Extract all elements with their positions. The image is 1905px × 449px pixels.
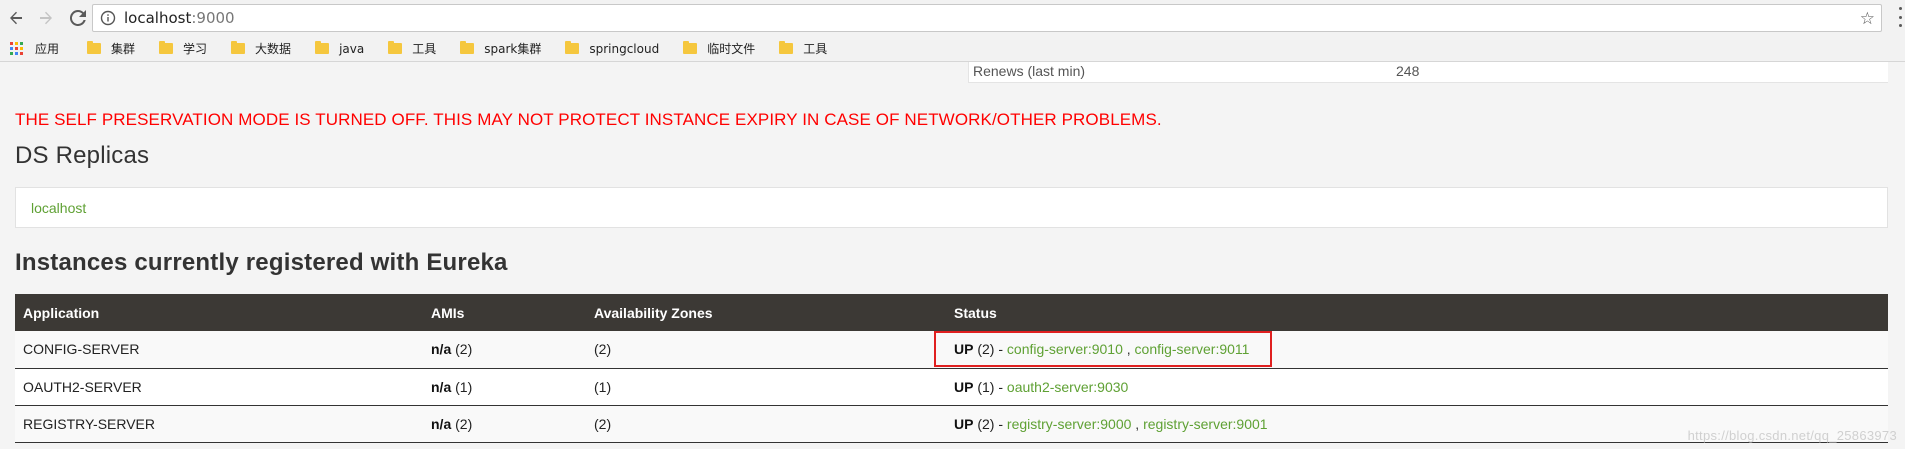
instances-title: Instances currently registered with Eure…: [15, 249, 508, 276]
bookmark-folder[interactable]: 大数据: [231, 40, 291, 57]
renews-row: Renews (last min) 248: [968, 62, 1888, 83]
page-content: Renews (last min) 248 THE SELF PRESERVAT…: [0, 62, 1905, 449]
folder-icon: [231, 41, 246, 54]
bookmark-folder[interactable]: springcloud: [565, 41, 660, 56]
zones-cell: (1): [594, 378, 612, 395]
table-row: OAUTH2-SERVER n/a (1) (1) UP (1) - oauth…: [15, 368, 1888, 405]
header-amis: AMIs: [431, 304, 465, 321]
folder-icon: [159, 41, 174, 54]
folder-icon: [315, 41, 330, 54]
info-icon[interactable]: [100, 10, 116, 26]
folder-icon: [565, 41, 580, 54]
header-status: Status: [954, 304, 997, 321]
ds-replicas-panel: localhost: [15, 187, 1888, 228]
address-bar[interactable]: localhost:9000 ☆: [92, 4, 1882, 32]
table-row: REGISTRY-SERVER n/a (2) (2) UP (2) - reg…: [15, 405, 1888, 442]
bookmarks-bar: 应用 集群 学习 大数据 java 工具 spark集群 springcloud…: [0, 36, 1905, 62]
ds-replicas-title: DS Replicas: [15, 142, 150, 169]
table-header-row: Application AMIs Availability Zones Stat…: [15, 294, 1888, 331]
bookmark-folder[interactable]: 工具: [388, 40, 436, 57]
folder-icon: [460, 41, 475, 54]
header-application: Application: [23, 304, 100, 321]
bookmark-label: 应用: [35, 42, 60, 56]
url-text: localhost:9000: [124, 9, 235, 27]
zones-cell: (2): [594, 341, 612, 358]
instance-link[interactable]: oauth2-server:9030: [1007, 379, 1128, 395]
instance-link[interactable]: config-server:9011: [1135, 341, 1250, 357]
app-name: OAUTH2-SERVER: [23, 378, 142, 395]
instance-link[interactable]: config-server:9010: [1007, 341, 1123, 357]
bookmark-label: springcloud: [589, 41, 660, 56]
replica-link[interactable]: localhost: [31, 200, 86, 216]
bookmark-star-icon[interactable]: ☆: [1860, 9, 1875, 29]
folder-icon: [87, 41, 102, 54]
bookmark-folder[interactable]: 集群: [87, 40, 135, 57]
bookmark-label: 工具: [412, 42, 437, 56]
instance-link[interactable]: registry-server:9000: [1007, 416, 1132, 432]
bookmark-folder[interactable]: 工具: [779, 40, 827, 57]
ami-cell: n/a (2): [431, 415, 473, 432]
browser-toolbar: localhost:9000 ☆: [0, 0, 1905, 36]
bookmark-apps[interactable]: 应用: [10, 40, 59, 57]
apps-grid-icon: [10, 42, 23, 55]
self-preservation-warning: THE SELF PRESERVATION MODE IS TURNED OFF…: [15, 110, 1162, 129]
instances-table: Application AMIs Availability Zones Stat…: [15, 294, 1888, 443]
renews-label: Renews (last min): [973, 63, 1086, 79]
watermark: https://blog.csdn.net/qq_25863973: [1687, 428, 1897, 443]
instance-link[interactable]: registry-server:9001: [1143, 416, 1268, 432]
forward-arrow-icon[interactable]: [34, 6, 58, 30]
renews-value: 248: [1396, 63, 1420, 79]
table-row: CONFIG-SERVER n/a (2) (2) UP (2) - confi…: [15, 331, 1888, 368]
folder-icon: [683, 41, 698, 54]
bookmark-folder[interactable]: spark集群: [460, 40, 541, 57]
bookmark-folder[interactable]: java: [315, 41, 365, 56]
bookmark-folder[interactable]: 学习: [159, 40, 207, 57]
back-arrow-icon[interactable]: [4, 6, 28, 30]
status-cell: UP (2) - config-server:9010 , config-ser…: [954, 341, 1250, 358]
reload-icon[interactable]: [66, 6, 90, 30]
header-availability-zones: Availability Zones: [594, 304, 713, 321]
bookmark-label: 学习: [183, 42, 208, 56]
menu-dots-icon[interactable]: [1897, 7, 1903, 27]
status-cell: UP (1) - oauth2-server:9030: [954, 378, 1129, 395]
bookmark-folder[interactable]: 临时文件: [683, 40, 755, 57]
bookmark-label: java: [339, 41, 365, 56]
folder-icon: [388, 41, 403, 54]
app-name: CONFIG-SERVER: [23, 341, 140, 358]
bookmark-label: 集群: [111, 42, 136, 56]
folder-icon: [779, 41, 794, 54]
bookmark-label: 大数据: [255, 42, 292, 56]
bookmark-label: 工具: [803, 42, 828, 56]
app-name: REGISTRY-SERVER: [23, 415, 156, 432]
bookmark-label: 临时文件: [707, 42, 756, 56]
ami-cell: n/a (1): [431, 378, 473, 395]
bookmark-label: spark集群: [484, 42, 542, 56]
zones-cell: (2): [594, 415, 612, 432]
ami-cell: n/a (2): [431, 341, 473, 358]
